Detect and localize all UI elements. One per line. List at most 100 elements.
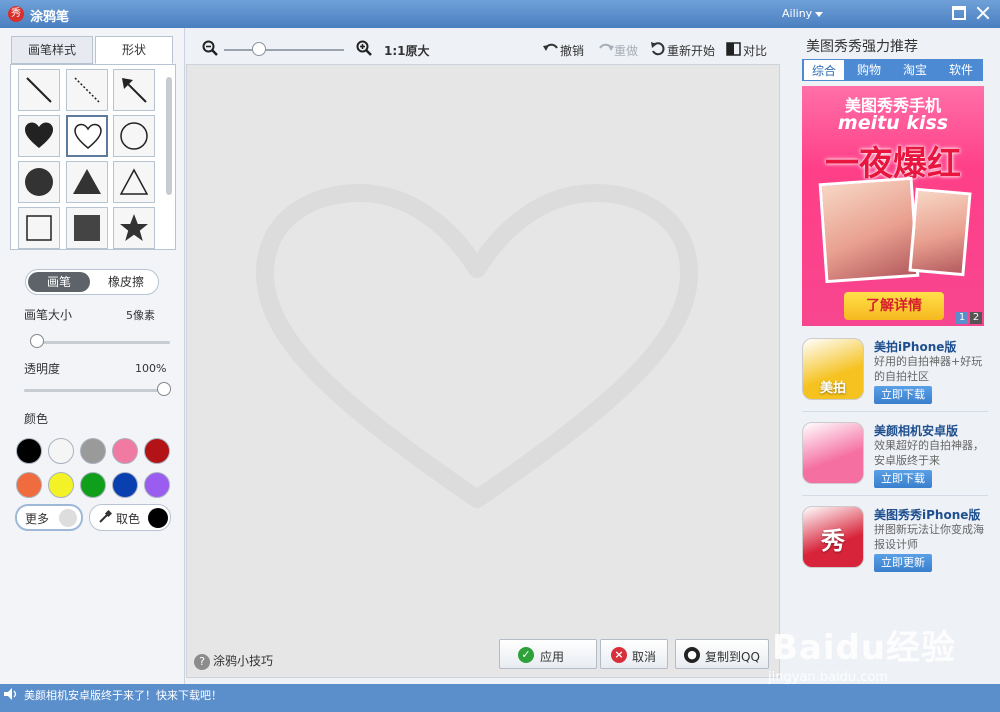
restart-button[interactable]: 重新开始 — [667, 42, 715, 59]
cancel-icon: × — [611, 647, 627, 663]
check-icon: ✓ — [518, 647, 534, 663]
help-icon: ? — [194, 654, 210, 670]
eyedropper-icon — [99, 510, 112, 523]
ad-banner[interactable]: 美图秀秀手机 meitu kiss 一夜爆红 了解详情 1 2 — [802, 86, 984, 326]
title-bar: 秀 涂鸦笔 Ailiny — [0, 0, 1000, 28]
zoom-actual-size-button[interactable]: 1:1原大 — [384, 42, 430, 59]
shape-triangle-outline[interactable] — [113, 161, 155, 203]
app-icon-label: 秀 — [821, 527, 845, 555]
shape-circle-filled[interactable] — [18, 161, 60, 203]
brush-mode-button[interactable]: 画笔 — [28, 272, 90, 292]
heart-filled-icon — [25, 122, 53, 148]
shape-scrollbar-thumb[interactable] — [166, 77, 172, 195]
shape-star-filled[interactable] — [113, 207, 155, 249]
app-name[interactable]: 美图秀秀iPhone版 — [874, 506, 980, 523]
user-menu[interactable]: Ailiny — [782, 7, 824, 20]
speaker-icon — [4, 688, 17, 700]
color-swatch[interactable] — [16, 472, 42, 498]
heart-stencil-shape — [256, 184, 698, 508]
zoom-slider[interactable] — [224, 49, 344, 51]
update-button[interactable]: 立即更新 — [874, 554, 932, 572]
heart-outline-icon — [74, 123, 102, 149]
window-title: 涂鸦笔 — [30, 10, 70, 25]
compare-icon — [726, 42, 741, 56]
brush-size-slider-knob[interactable] — [30, 334, 44, 348]
undo-icon — [543, 43, 558, 51]
app-name[interactable]: 美颜相机安卓版 — [874, 422, 958, 439]
shape-heart-filled[interactable] — [18, 115, 60, 157]
shape-line[interactable] — [18, 69, 60, 111]
app-description: 效果超好的自拍神器，安卓版终于来 — [874, 439, 984, 467]
zoom-out-icon[interactable] — [202, 40, 218, 56]
watermark-logo: Baidu经验 — [772, 628, 957, 668]
square-outline-icon — [26, 215, 52, 241]
color-picker-button[interactable]: 取色 — [89, 504, 171, 531]
banner-cta-button[interactable]: 了解详情 — [844, 292, 944, 320]
undo-button[interactable]: 撤销 — [560, 42, 584, 59]
color-swatch[interactable] — [80, 438, 106, 464]
tab-all[interactable]: 综合 — [803, 59, 845, 81]
download-button[interactable]: 立即下载 — [874, 386, 932, 404]
copy-to-qq-button[interactable]: ● 复制到QQ — [675, 639, 769, 669]
more-colors-button[interactable]: 更多 — [15, 504, 83, 531]
shape-circle-outline[interactable] — [113, 115, 155, 157]
drawing-tips-link[interactable]: ? 涂鸦小技巧 — [194, 652, 273, 670]
shape-square-filled[interactable] — [66, 207, 108, 249]
color-swatch[interactable] — [16, 438, 42, 464]
color-swatch[interactable] — [48, 472, 74, 498]
divider — [802, 495, 988, 496]
brush-size-value: 5像素 — [126, 309, 155, 322]
dashed-line-icon — [74, 77, 100, 103]
meipai-app-icon[interactable]: 美拍 — [802, 338, 864, 400]
cancel-button[interactable]: × 取消 — [600, 639, 668, 669]
compare-button[interactable]: 对比 — [743, 42, 767, 59]
shape-arrow[interactable] — [113, 69, 155, 111]
circle-filled-icon — [25, 168, 53, 196]
opacity-slider-knob[interactable] — [157, 382, 171, 396]
meitu-app-icon[interactable]: 秀 — [802, 506, 864, 568]
color-swatch[interactable] — [48, 438, 74, 464]
app-name[interactable]: 美拍iPhone版 — [874, 338, 956, 355]
opacity-label: 透明度 — [24, 362, 61, 376]
mode-toggle: 画笔 橡皮擦 — [25, 269, 159, 295]
banner-photo-2 — [908, 187, 972, 277]
banner-photo-1 — [818, 176, 920, 284]
current-color-swatch — [148, 508, 168, 528]
zoom-slider-knob[interactable] — [252, 42, 266, 56]
recommend-title: 美图秀秀强力推荐 — [806, 39, 918, 55]
color-picker-label: 取色 — [116, 512, 141, 526]
triangle-outline-icon — [119, 168, 149, 195]
apply-button[interactable]: ✓ 应用 — [499, 639, 597, 669]
brush-size-slider[interactable] — [30, 341, 170, 344]
color-swatch[interactable] — [144, 438, 170, 464]
maximize-button[interactable] — [952, 6, 966, 20]
shape-square-outline[interactable] — [18, 207, 60, 249]
banner-page-2[interactable]: 2 — [970, 312, 982, 324]
shape-triangle-filled[interactable] — [66, 161, 108, 203]
opacity-slider[interactable] — [24, 389, 164, 392]
tab-taobao[interactable]: 淘宝 — [893, 59, 937, 81]
triangle-filled-icon — [73, 169, 101, 194]
download-button[interactable]: 立即下载 — [874, 470, 932, 488]
drawing-canvas[interactable] — [186, 64, 780, 678]
redo-button[interactable]: 重做 — [614, 42, 638, 59]
tab-shopping[interactable]: 购物 — [847, 59, 891, 81]
tab-software[interactable]: 软件 — [939, 59, 983, 81]
username: Ailiny — [782, 7, 813, 20]
shape-heart-outline[interactable] — [66, 115, 108, 157]
eraser-mode-button[interactable]: 橡皮擦 — [96, 272, 156, 292]
zoom-in-icon[interactable] — [356, 40, 372, 56]
shape-dashed-line[interactable] — [66, 69, 108, 111]
status-message[interactable]: 美颜相机安卓版终于来了！快来下载吧！ — [24, 687, 222, 703]
close-button[interactable] — [976, 6, 990, 20]
banner-page-1[interactable]: 1 — [956, 312, 968, 324]
beauty-camera-app-icon[interactable] — [802, 422, 864, 484]
main-area: 画笔样式 形状 画笔 橡皮擦 画笔大小 5像素 透明度 100% 颜色 更多 取… — [0, 28, 1000, 684]
chevron-down-icon — [815, 11, 824, 17]
color-swatch[interactable] — [112, 472, 138, 498]
color-swatch[interactable] — [112, 438, 138, 464]
tab-brush-style[interactable]: 画笔样式 — [11, 36, 93, 64]
color-swatch[interactable] — [144, 472, 170, 498]
tab-shapes[interactable]: 形状 — [95, 36, 173, 64]
color-swatch[interactable] — [80, 472, 106, 498]
